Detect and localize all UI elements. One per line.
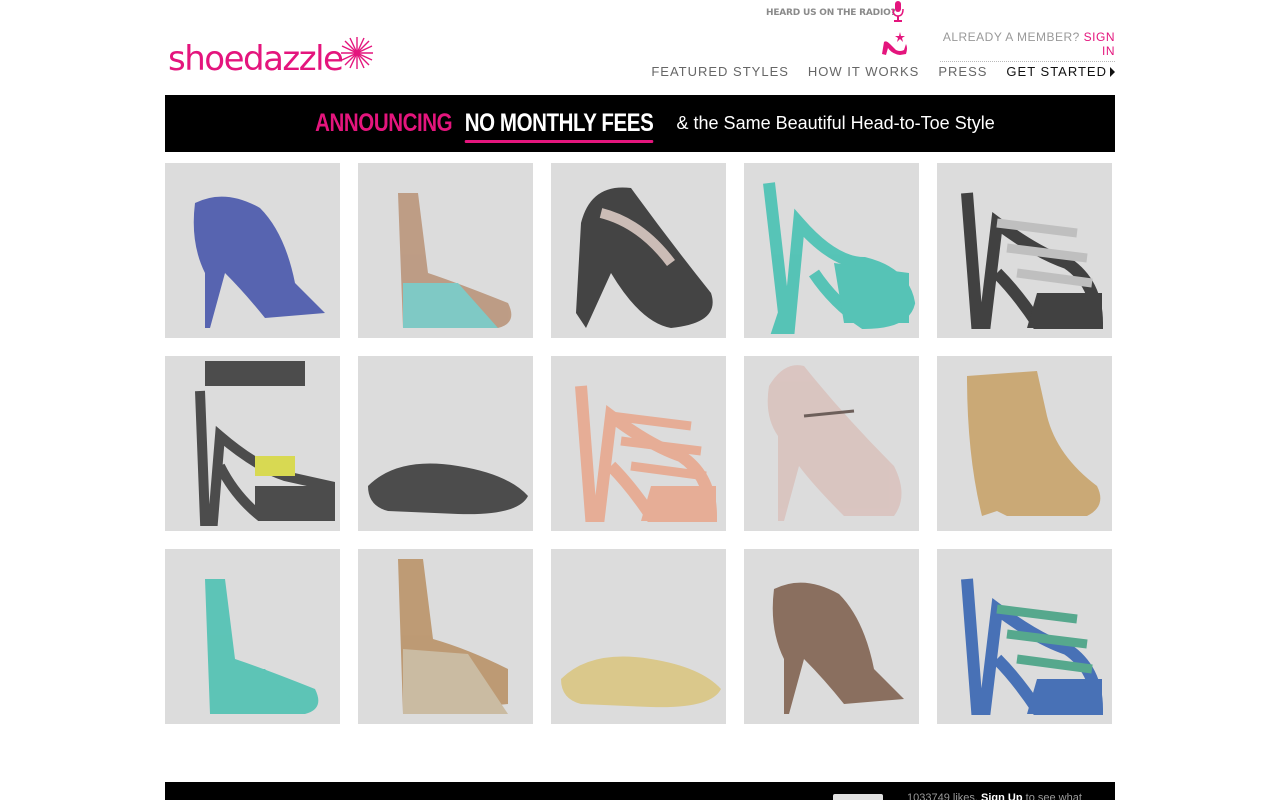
sparkle-icon [341,37,373,69]
shoe-image [961,578,1104,715]
facebook-footer: 1033749 likes. Sign Up to see what [165,782,1115,800]
likes-count: 1033749 likes. [907,792,978,800]
shoe-tile[interactable] [551,549,726,724]
shoe-image [368,463,528,515]
shoe-image [961,192,1104,329]
shoedazzle-logo[interactable]: shoedazzle [168,36,378,82]
shoe-tile[interactable] [165,163,340,338]
radio-link[interactable]: HEARD US ON THE RADIO? [766,0,896,26]
shoe-tile[interactable] [358,356,533,531]
nav-get-started[interactable]: GET STARTED [1006,64,1115,79]
shoe-image [561,656,721,708]
page: HEARD US ON THE RADIO? shoedazzle ALREAD… [0,0,1280,800]
shoe-tile[interactable] [551,163,726,338]
shoe-image [763,182,916,334]
shoe-tile[interactable] [165,356,340,531]
main-nav: FEATURED STYLES HOW IT WORKS PRESS GET S… [632,64,1115,79]
shoe-tile[interactable] [744,163,919,338]
shoe-tile[interactable] [937,549,1112,724]
high-heel-icon [882,32,907,55]
facebook-like-button[interactable] [833,794,883,800]
radio-text[interactable]: HEARD US ON THE RADIO? [766,8,896,18]
shoe-image [398,193,512,328]
banner-underline [465,140,654,143]
member-signin-row: ALREADY A MEMBER? SIGN IN [940,30,1115,62]
shoe-tile[interactable] [937,163,1112,338]
shoe-tile[interactable] [937,356,1112,531]
shoe-tile[interactable] [165,549,340,724]
shoe-image [576,187,713,328]
shoe-image [205,579,319,714]
likes-rest: to see what [1025,792,1082,800]
member-prefix: ALREADY A MEMBER? [942,30,1080,44]
banner-no-monthly-fees: NO MONTHLY FEES [465,109,654,143]
nav-featured-styles[interactable]: FEATURED STYLES [651,64,789,79]
shoe-tile[interactable] [744,549,919,724]
shoe-tile[interactable] [744,356,919,531]
signup-link[interactable]: Sign Up [981,792,1023,800]
nav-press[interactable]: PRESS [938,64,987,79]
shoe-tile[interactable] [358,549,533,724]
facebook-likes-text: 1033749 likes. Sign Up to see what [907,792,1082,800]
shoe-image [195,361,335,526]
shoe-image [193,196,325,328]
banner-tagline: & the Same Beautiful Head-to-Toe Style [676,113,995,133]
arrow-right-icon [1110,66,1115,77]
microphone-icon[interactable] [892,1,904,23]
shoe-image [772,582,904,714]
banner-announcing: ANNOUNCING [315,109,453,137]
shoe-tile[interactable] [358,163,533,338]
nav-how-it-works[interactable]: HOW IT WORKS [808,64,919,79]
get-started-label: GET STARTED [1006,64,1107,79]
shoe-tile[interactable] [551,356,726,531]
shoe-image [767,365,902,521]
logo-text: shoedazzle [168,39,344,79]
promo-banner[interactable]: ANNOUNCING NO MONTHLY FEES & the Same Be… [165,95,1115,152]
shoe-image [398,559,508,714]
banner-no-monthly-fees-text: NO MONTHLY FEES [465,109,654,137]
shoe-image [967,371,1101,516]
shoe-image [575,385,718,522]
sign-in-link[interactable]: SIGN IN [1084,30,1115,58]
